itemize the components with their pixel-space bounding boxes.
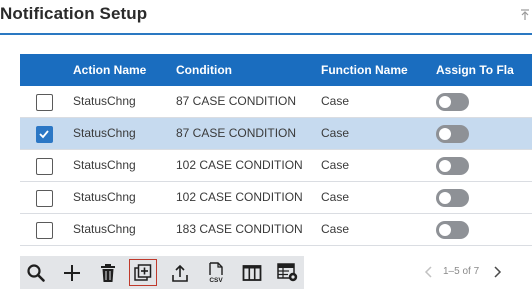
search-button[interactable]	[22, 259, 50, 286]
add-button[interactable]	[58, 259, 86, 286]
table-row[interactable]: StatusChng 87 CASE CONDITION Case	[20, 118, 532, 150]
condition-cell: 87 CASE CONDITION	[176, 126, 297, 140]
function-name-cell: Case	[321, 222, 350, 236]
grid-settings-icon	[277, 262, 298, 281]
columns-button[interactable]	[238, 259, 266, 286]
assign-to-flag-toggle[interactable]	[436, 93, 469, 111]
columns-icon	[242, 264, 262, 281]
column-header-function-name[interactable]: Function Name	[321, 54, 408, 86]
condition-cell: 183 CASE CONDITION	[176, 222, 303, 236]
table-row[interactable]: StatusChng 183 CASE CONDITION Case	[20, 214, 532, 246]
notification-grid: Action Name Condition Function Name Assi…	[20, 54, 532, 248]
search-icon	[27, 263, 45, 282]
row-checkbox[interactable]	[36, 126, 53, 143]
function-name-cell: Case	[321, 126, 350, 140]
delete-button[interactable]	[94, 259, 122, 286]
grid-toolbar: CSV	[20, 256, 304, 289]
grid-header: Action Name Condition Function Name Assi…	[20, 54, 532, 86]
grid-settings-button[interactable]	[274, 259, 302, 286]
title-divider	[0, 33, 532, 35]
action-name-cell: StatusChng	[73, 158, 136, 172]
csv-export-button[interactable]: CSV	[202, 259, 230, 286]
csv-label: CSV	[209, 277, 223, 284]
upload-button[interactable]	[166, 259, 194, 286]
column-header-assign-to-flag[interactable]: Assign To Fla	[436, 54, 514, 86]
condition-cell: 102 CASE CONDITION	[176, 158, 303, 172]
csv-export-icon: CSV	[209, 261, 223, 284]
row-checkbox[interactable]	[36, 94, 53, 111]
condition-cell: 102 CASE CONDITION	[176, 190, 303, 204]
checkmark-icon	[39, 130, 49, 139]
delete-icon	[101, 263, 115, 282]
previous-page-icon[interactable]	[424, 266, 434, 278]
action-name-cell: StatusChng	[73, 222, 136, 236]
collapse-icon[interactable]	[520, 9, 530, 21]
function-name-cell: Case	[321, 94, 350, 108]
assign-to-flag-toggle[interactable]	[436, 221, 469, 239]
table-row[interactable]: StatusChng 102 CASE CONDITION Case	[20, 182, 532, 214]
function-name-cell: Case	[321, 158, 350, 172]
assign-to-flag-toggle[interactable]	[436, 157, 469, 175]
next-page-icon[interactable]	[492, 266, 502, 278]
column-header-condition[interactable]: Condition	[176, 54, 232, 86]
condition-cell: 87 CASE CONDITION	[176, 94, 297, 108]
upload-icon	[172, 264, 188, 282]
action-name-cell: StatusChng	[73, 94, 136, 108]
function-name-cell: Case	[321, 190, 350, 204]
row-checkbox[interactable]	[36, 158, 53, 175]
row-checkbox[interactable]	[36, 190, 53, 207]
copy-button[interactable]	[129, 259, 157, 286]
page-title: Notification Setup	[0, 4, 148, 23]
add-icon	[64, 264, 80, 281]
action-name-cell: StatusChng	[73, 126, 136, 140]
row-checkbox[interactable]	[36, 222, 53, 239]
table-row[interactable]: StatusChng 102 CASE CONDITION Case	[20, 150, 532, 182]
action-name-cell: StatusChng	[73, 190, 136, 204]
column-header-action-name[interactable]: Action Name	[73, 54, 146, 86]
pagination-status: 1–5 of 7	[443, 266, 480, 277]
table-row[interactable]: StatusChng 87 CASE CONDITION Case	[20, 86, 532, 118]
assign-to-flag-toggle[interactable]	[436, 189, 469, 207]
assign-to-flag-toggle[interactable]	[436, 125, 469, 143]
copy-icon	[134, 263, 152, 281]
